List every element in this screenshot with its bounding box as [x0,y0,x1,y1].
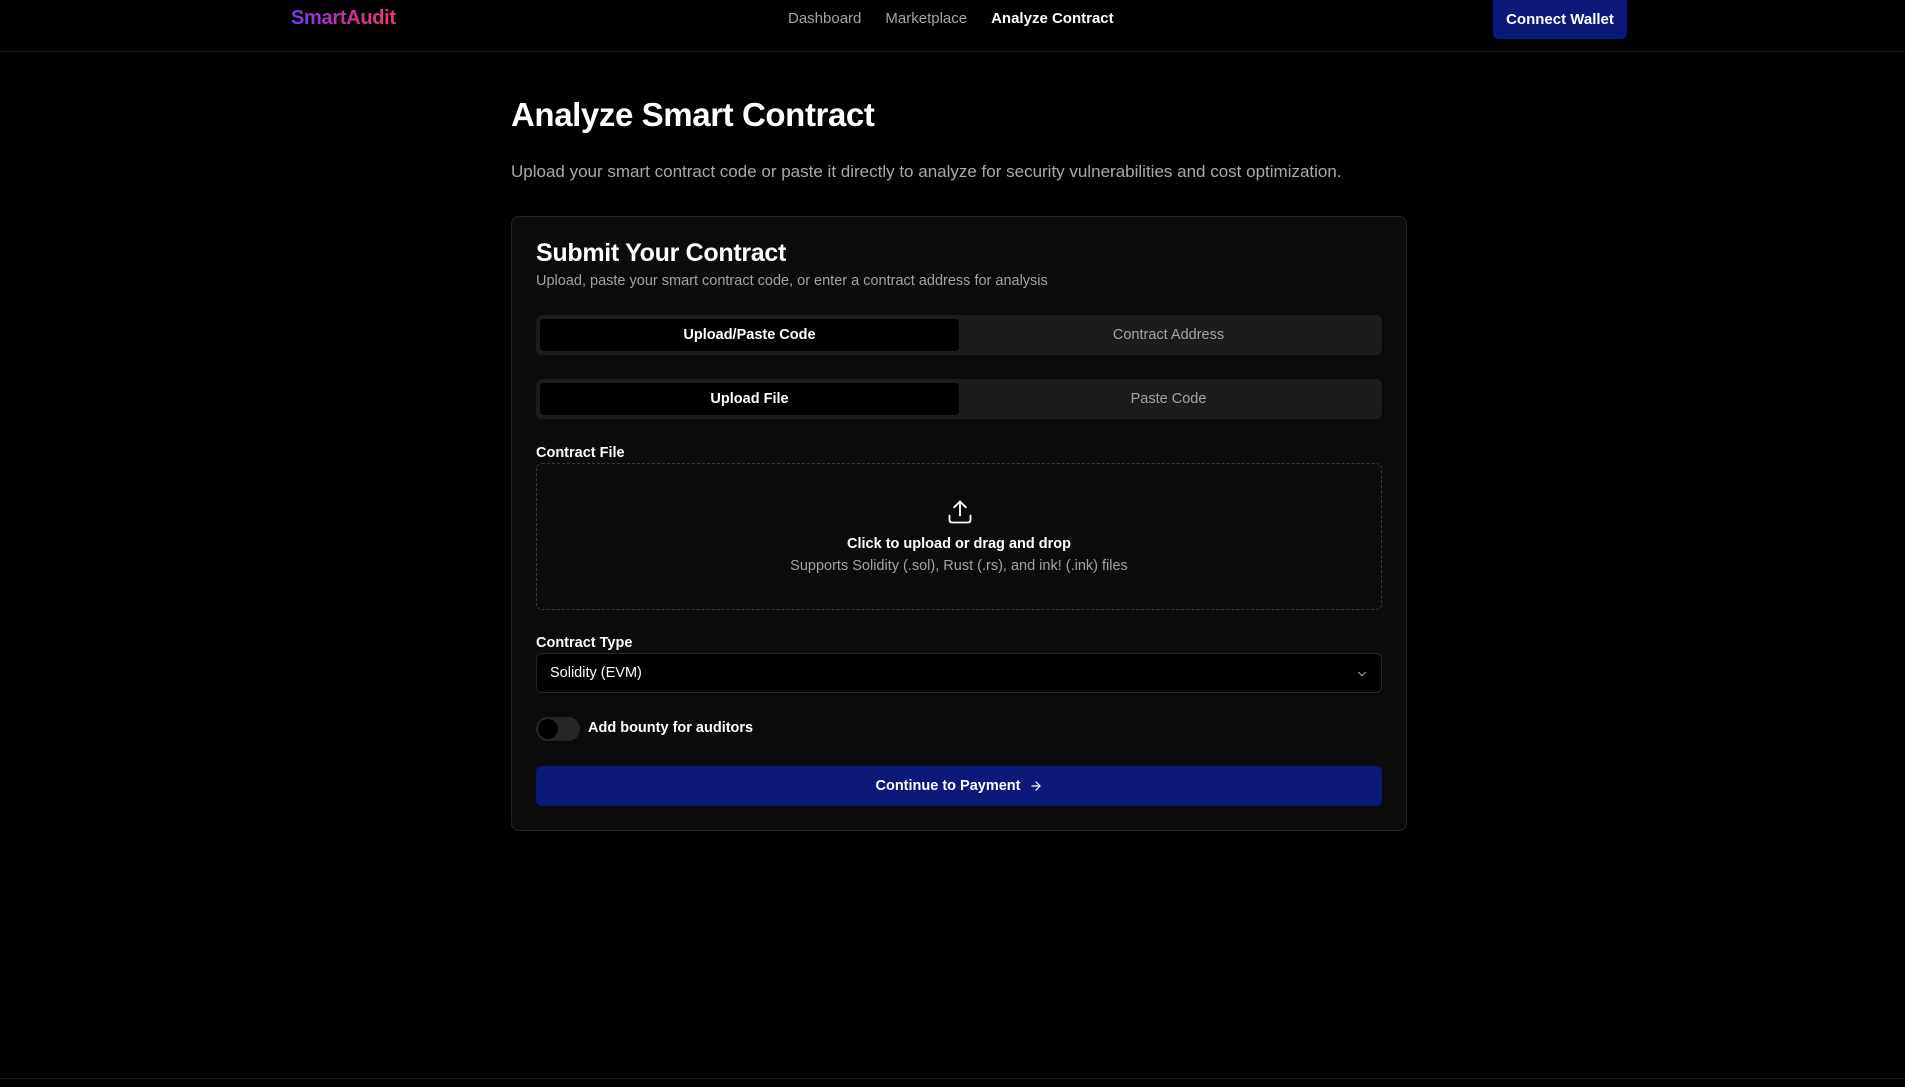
connect-wallet-button[interactable]: Connect Wallet [1493,0,1627,39]
continue-button-label: Continue to Payment [875,778,1021,794]
chevron-down-icon [1357,671,1367,677]
page-subtitle: Upload your smart contract code or paste… [511,162,1342,181]
submit-contract-card: Submit Your Contract Upload, paste your … [511,216,1407,831]
source-tabs: Upload/Paste Code Contract Address [536,315,1382,355]
arrow-right-icon [1030,781,1041,791]
bounty-toggle[interactable] [536,717,580,741]
main-nav: Dashboard Marketplace Analyze Contract [788,10,1114,27]
contract-type-select[interactable]: Solidity (EVM) [536,653,1382,693]
nav-link-marketplace[interactable]: Marketplace [885,10,967,27]
tab-upload-paste-code[interactable]: Upload/Paste Code [540,319,959,351]
dropzone-title: Click to upload or drag and drop [847,536,1071,552]
bounty-toggle-label[interactable]: Add bounty for auditors [588,720,753,736]
contract-type-value: Solidity (EVM) [550,665,642,681]
continue-to-payment-button[interactable]: Continue to Payment [536,766,1382,806]
file-dropzone[interactable]: Click to upload or drag and drop Support… [536,463,1382,610]
card-description: Upload, paste your smart contract code, … [536,273,1048,289]
smartaudit-logo[interactable]: SmartAudit [291,7,396,30]
nav-link-analyze-contract[interactable]: Analyze Contract [991,10,1114,27]
upload-icon [948,500,972,524]
page-title: Analyze Smart Contract [511,96,875,133]
toggle-knob [538,719,558,739]
input-method-tabs: Upload File Paste Code [536,379,1382,419]
top-navbar: SmartAudit Dashboard Marketplace Analyze… [0,0,1905,52]
tab-upload-file[interactable]: Upload File [540,383,959,415]
card-title: Submit Your Contract [536,239,787,267]
contract-file-label: Contract File [536,445,625,461]
contract-type-label: Contract Type [536,635,633,651]
dropzone-hint: Supports Solidity (.sol), Rust (.rs), an… [790,558,1128,574]
tab-paste-code[interactable]: Paste Code [959,383,1378,415]
nav-link-dashboard[interactable]: Dashboard [788,10,861,27]
tab-contract-address[interactable]: Contract Address [959,319,1378,351]
footer-divider [0,1078,1905,1079]
